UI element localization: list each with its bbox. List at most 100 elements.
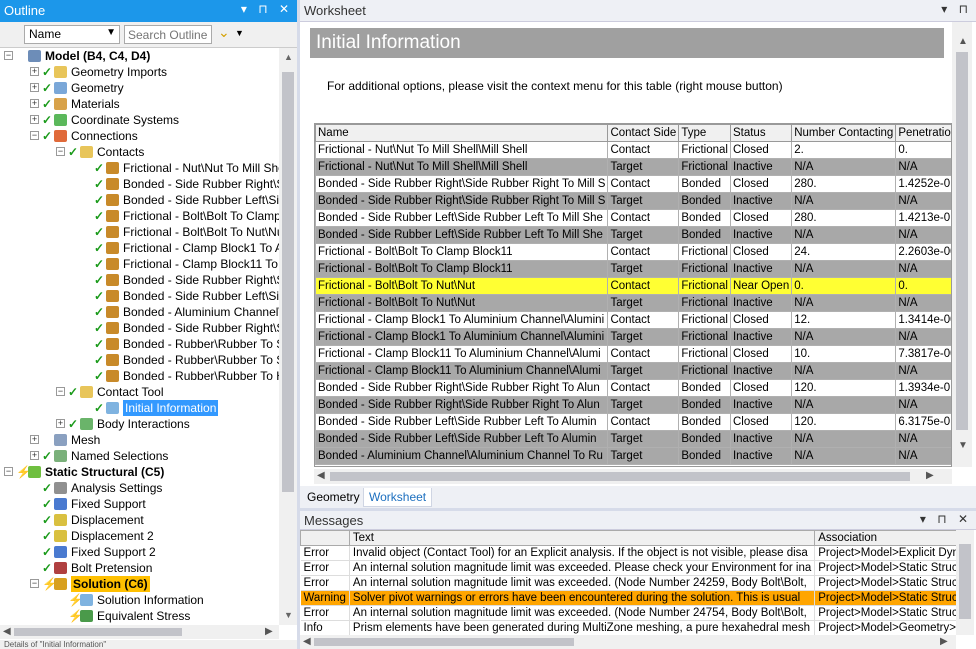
tree-item[interactable]: ⚡ Equivalent Stress [0, 608, 279, 624]
message-row[interactable]: Error An internal solution magnitude limi… [300, 605, 956, 621]
table-row[interactable]: Bonded - Side Rubber Right\Side Rubber R… [315, 175, 951, 193]
message-row[interactable]: Error Invalid object (Contact Tool) for a… [300, 545, 956, 561]
expand-icon[interactable]: + [30, 83, 39, 92]
expand-icon[interactable]: + [30, 67, 39, 76]
column-header[interactable]: Status [729, 124, 793, 142]
tree-item[interactable]: ✓ Bonded - Side Rubber Right\Side Ru [0, 272, 279, 288]
worksheet-hscroll-thumb[interactable] [330, 472, 910, 481]
messages-horizontal-scrollbar[interactable]: ◀ ▶ [300, 635, 956, 649]
scroll-left-icon[interactable]: ◀ [303, 636, 311, 647]
scroll-up-icon[interactable]: ▲ [958, 36, 968, 47]
table-row[interactable]: Bonded - Side Rubber Right\Side Rubber R… [315, 192, 951, 210]
tree-item[interactable]: ✓ Frictional - Clamp Block1 To Aluminiu [0, 240, 279, 256]
table-row[interactable]: Bonded - Aluminium Channel\Aluminium Cha… [315, 447, 951, 465]
table-row[interactable]: Frictional - Bolt\Bolt To Nut\Nut Target F… [315, 294, 951, 312]
expand-icon[interactable]: + [30, 99, 39, 108]
tree-item[interactable]: − ⚡ Solution (C6) [0, 576, 279, 592]
tree-item[interactable]: ✓ Bolt Pretension [0, 560, 279, 576]
worksheet-vertical-scrollbar[interactable]: ▲ ▼ [952, 22, 972, 467]
outline-name-select[interactable]: Name ▼ [24, 25, 120, 44]
tree-item[interactable]: − ✓ Contact Tool [0, 384, 279, 400]
tree-item[interactable]: ✓ Displacement [0, 512, 279, 528]
tree-item[interactable]: ✓ Initial Information [0, 400, 279, 416]
tree-item[interactable]: ✓ Fixed Support [0, 496, 279, 512]
table-row[interactable]: Bonded - Side Rubber Left\Side Rubber Le… [315, 209, 951, 227]
tree-item[interactable]: ✓ Analysis Settings [0, 480, 279, 496]
messages-window-controls[interactable]: ▾ ⊓ ✕ [920, 512, 972, 526]
tree-item[interactable]: − Model (B4, C4, D4) [0, 48, 279, 64]
expand-icon[interactable]: + [56, 419, 65, 428]
tab-geometry[interactable]: Geometry [302, 488, 365, 507]
tree-item[interactable]: + ✓ Named Selections [0, 448, 279, 464]
tree-item[interactable]: ✓ Bonded - Side Rubber Left\Side Rub [0, 288, 279, 304]
table-row[interactable]: Frictional - Nut\Nut To Mill Shell\Mill … [315, 141, 951, 159]
tree-item[interactable]: ✓ Bonded - Rubber\Rubber To Hardox [0, 368, 279, 384]
outline-vertical-scrollbar[interactable]: ▲ ▼ [279, 48, 297, 625]
scroll-down-icon[interactable]: ▼ [284, 610, 293, 620]
collapse-icon[interactable]: − [30, 579, 39, 588]
tree-item[interactable]: + Mesh [0, 432, 279, 448]
filter-icon[interactable]: ⌄ [218, 24, 230, 41]
scroll-left-icon[interactable]: ◀ [317, 470, 325, 481]
tree-item[interactable]: ✓ Fixed Support 2 [0, 544, 279, 560]
table-row[interactable]: Frictional - Bolt\Bolt To Clamp Block11 C… [315, 243, 951, 261]
scroll-right-icon[interactable]: ▶ [926, 470, 934, 481]
column-header[interactable]: Type [678, 124, 731, 142]
scroll-up-icon[interactable]: ▲ [284, 52, 293, 62]
tree-item[interactable]: ✓ Bonded - Aluminium Channel\Alumini [0, 304, 279, 320]
message-row[interactable]: Info Prism elements have been generated d… [300, 620, 956, 635]
collapse-icon[interactable]: − [30, 131, 39, 140]
table-row[interactable]: Frictional - Clamp Block1 To Aluminium C… [315, 311, 951, 329]
table-row[interactable]: Frictional - Clamp Block11 To Aluminium … [315, 362, 951, 380]
tree-item[interactable]: ✓ Frictional - Nut\Nut To Mill Shell\Mill… [0, 160, 279, 176]
messages-column-header[interactable] [300, 530, 350, 546]
tree-item[interactable]: − ⚡ Static Structural (C5) [0, 464, 279, 480]
outline-hscroll-thumb[interactable] [14, 628, 182, 636]
column-header[interactable]: Contact Side [607, 124, 680, 142]
tree-item[interactable]: ✓ Frictional - Clamp Block11 To Aluminiu [0, 256, 279, 272]
tree-item[interactable]: ✓ Bonded - Rubber\Rubber To Side Ru [0, 352, 279, 368]
collapse-icon[interactable]: − [56, 387, 65, 396]
tab-worksheet[interactable]: Worksheet [363, 488, 433, 507]
scroll-down-icon[interactable]: ▼ [958, 440, 968, 451]
tree-item[interactable]: ✓ Bonded - Rubber\Rubber To Side Ru [0, 336, 279, 352]
table-row[interactable]: Bonded - Side Rubber Right\Side Rubber R… [315, 379, 951, 397]
tree-item[interactable]: ✓ Bonded - Side Rubber Right\Side Ru [0, 320, 279, 336]
table-row[interactable]: Bonded - Side Rubber Left\Side Rubber Le… [315, 226, 951, 244]
table-row[interactable]: Bonded - Side Rubber Right\Side Rubber R… [315, 396, 951, 414]
messages-vertical-scrollbar[interactable] [956, 530, 974, 635]
worksheet-vscroll-thumb[interactable] [956, 52, 968, 430]
tree-item[interactable]: − ✓ Connections [0, 128, 279, 144]
column-header[interactable]: Name [315, 124, 609, 142]
worksheet-horizontal-scrollbar[interactable]: ◀ ▶ [314, 469, 952, 484]
column-header[interactable]: Penetration (mm) [895, 124, 951, 142]
tree-item[interactable]: + ✓ Coordinate Systems [0, 112, 279, 128]
collapse-icon[interactable]: − [56, 147, 65, 156]
tree-item[interactable]: + ✓ Geometry Imports [0, 64, 279, 80]
tree-item[interactable]: ✓ Bonded - Side Rubber Left\Side Rub [0, 192, 279, 208]
tree-item[interactable]: − ✓ Contacts [0, 144, 279, 160]
tree-item[interactable]: ✓ Frictional - Bolt\Bolt To Clamp Block1 [0, 208, 279, 224]
table-row[interactable]: Bonded - Side Rubber Left\Side Rubber Le… [315, 430, 951, 448]
tree-item[interactable]: ✓ Frictional - Bolt\Bolt To Nut\Nut [0, 224, 279, 240]
outline-search-input[interactable] [124, 25, 212, 44]
tree-item[interactable]: ✓ Bonded - Side Rubber Right\Side Ru [0, 176, 279, 192]
messages-column-header[interactable]: Text [348, 530, 816, 546]
collapse-icon[interactable]: − [4, 467, 13, 476]
messages-vscroll-thumb[interactable] [959, 544, 971, 619]
toolbar-menu-icon[interactable]: ▼ [235, 28, 244, 38]
column-header[interactable]: Number Contacting [791, 124, 897, 142]
tree-item[interactable]: ⚡ Solution Information [0, 592, 279, 608]
outline-horizontal-scrollbar[interactable]: ◀ ▶ [0, 625, 279, 639]
messages-hscroll-thumb[interactable] [314, 638, 574, 646]
messages-column-header[interactable]: Association [814, 530, 956, 546]
table-row[interactable]: Bonded - Side Rubber Left\Side Rubber Le… [315, 413, 951, 431]
table-row[interactable]: Frictional - Clamp Block1 To Aluminium C… [315, 328, 951, 346]
scroll-left-icon[interactable]: ◀ [3, 626, 11, 637]
table-row[interactable]: Frictional - Bolt\Bolt To Nut\Nut Contact… [315, 277, 951, 295]
worksheet-window-controls[interactable]: ▾ ⊓ [941, 2, 972, 16]
tree-item[interactable]: + ✓ Geometry [0, 80, 279, 96]
table-row[interactable]: Frictional - Bolt\Bolt To Clamp Block11 T… [315, 260, 951, 278]
scroll-right-icon[interactable]: ▶ [940, 636, 948, 647]
tree-item[interactable]: ✓ Displacement 2 [0, 528, 279, 544]
